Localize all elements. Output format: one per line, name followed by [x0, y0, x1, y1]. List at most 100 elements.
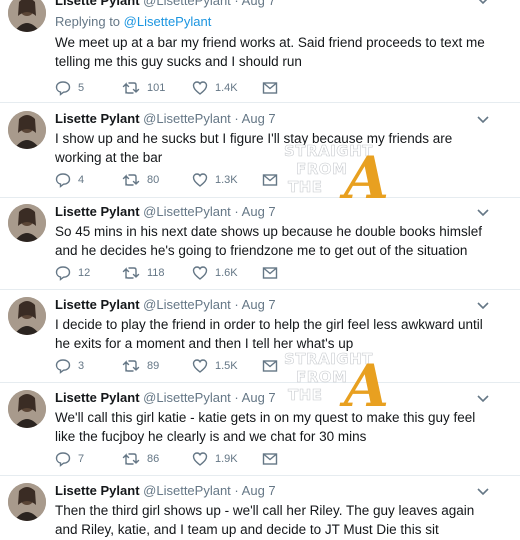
tweet-text: We meet up at a bar my friend works at. …	[55, 35, 485, 69]
display-name[interactable]: Lisette Pylant	[55, 483, 140, 498]
retweet-button[interactable]: 86	[122, 450, 159, 468]
replying-to: Replying to @LisettePylant	[55, 14, 211, 29]
timestamp[interactable]: Aug 7	[242, 0, 276, 8]
tweet-header: Lisette Pylant @LisettePylant · Aug 7	[55, 204, 276, 219]
direct-message-button[interactable]	[262, 264, 285, 282]
retweet-button[interactable]: 118	[122, 264, 165, 282]
display-name[interactable]: Lisette Pylant	[55, 390, 140, 405]
watermark-logo-letter: A	[339, 352, 389, 410]
replying-to-handle[interactable]: @LisettePylant	[124, 14, 212, 29]
direct-message-button[interactable]	[262, 79, 285, 97]
like-button[interactable]: 1.9K	[192, 450, 238, 468]
chevron-down-icon[interactable]	[476, 485, 490, 499]
tweet-header: Lisette Pylant @LisettePylant · Aug 7	[55, 483, 276, 498]
reply-count: 12	[78, 267, 91, 279]
avatar[interactable]	[8, 111, 46, 149]
like-button[interactable]: 1.4K	[192, 79, 238, 97]
avatar[interactable]	[8, 0, 46, 32]
reply-button[interactable]: 7	[55, 450, 84, 468]
chevron-down-icon[interactable]	[476, 206, 490, 220]
retweet-button[interactable]: 101	[122, 79, 165, 97]
tweet-header: Lisette Pylant @LisettePylant · Aug 7	[55, 111, 276, 126]
reply-count: 5	[78, 82, 85, 94]
like-count: 1.9K	[215, 453, 238, 465]
like-icon	[192, 452, 208, 466]
tweet-text: I show up and he sucks but I figure I'll…	[55, 131, 453, 165]
chevron-down-icon[interactable]	[476, 392, 490, 406]
chevron-down-icon[interactable]	[476, 0, 490, 8]
message-icon	[262, 453, 278, 465]
display-name[interactable]: Lisette Pylant	[55, 111, 140, 126]
chevron-down-icon[interactable]	[476, 299, 490, 313]
avatar[interactable]	[8, 390, 46, 428]
retweet-icon	[122, 453, 140, 465]
reply-icon	[55, 81, 71, 96]
timestamp[interactable]: Aug 7	[242, 204, 276, 219]
timestamp[interactable]: Aug 7	[242, 390, 276, 405]
reply-count: 3	[78, 360, 85, 372]
direct-message-button[interactable]	[262, 450, 285, 468]
tweet-header: Lisette Pylant @LisettePylant · Aug 7	[55, 297, 276, 312]
reply-button[interactable]: 4	[55, 171, 84, 189]
watermark-line-3: THE	[288, 178, 323, 196]
chevron-down-icon[interactable]	[476, 113, 490, 127]
reply-count: 4	[78, 174, 85, 186]
replying-to-label: Replying to	[55, 14, 121, 29]
retweet-icon	[122, 174, 140, 186]
reply-icon	[55, 173, 71, 188]
like-count: 1.3K	[215, 174, 238, 186]
handle[interactable]: @LisettePylant	[143, 204, 231, 219]
like-icon	[192, 173, 208, 187]
retweet-count: 80	[147, 174, 160, 186]
tweet-text: So 45 mins in his next date shows up bec…	[55, 224, 483, 258]
avatar[interactable]	[8, 204, 46, 242]
retweet-button[interactable]: 80	[122, 171, 159, 189]
retweet-count: 118	[147, 267, 165, 279]
display-name[interactable]: Lisette Pylant	[55, 297, 140, 312]
message-icon	[262, 82, 278, 94]
tweet-divider	[0, 475, 520, 476]
handle[interactable]: @LisettePylant	[143, 390, 231, 405]
retweet-count: 101	[147, 82, 166, 94]
direct-message-button[interactable]	[262, 357, 285, 375]
display-name[interactable]: Lisette Pylant	[55, 0, 140, 8]
display-name[interactable]: Lisette Pylant	[55, 204, 140, 219]
avatar[interactable]	[8, 297, 46, 335]
reply-button[interactable]: 5	[55, 79, 84, 97]
retweet-count: 86	[147, 453, 160, 465]
tweet-divider	[0, 102, 520, 103]
reply-button[interactable]: 12	[55, 264, 90, 282]
retweet-button[interactable]: 89	[122, 357, 159, 375]
retweet-icon	[122, 267, 140, 279]
like-button[interactable]: 1.3K	[192, 171, 238, 189]
like-count: 1.6K	[215, 267, 238, 279]
handle[interactable]: @LisettePylant	[143, 0, 231, 8]
avatar[interactable]	[8, 483, 46, 521]
message-icon	[262, 267, 278, 279]
like-button[interactable]: 1.5K	[192, 357, 238, 375]
tweet-text: Then the third girl shows up - we'll cal…	[55, 503, 475, 537]
tweet-text: I decide to play the friend in order to …	[55, 317, 483, 351]
retweet-icon	[122, 82, 140, 94]
like-icon	[192, 359, 208, 373]
handle[interactable]: @LisettePylant	[143, 297, 231, 312]
tweet-text: We'll call this girl katie - katie gets …	[55, 410, 476, 444]
like-count: 1.5K	[215, 360, 238, 372]
reply-icon	[55, 452, 71, 467]
reply-button[interactable]: 3	[55, 357, 84, 375]
straight-from-the-a-watermark: STRAIGHT FROM THE A	[284, 350, 389, 410]
direct-message-button[interactable]	[262, 171, 285, 189]
timestamp[interactable]: Aug 7	[242, 297, 276, 312]
watermark-line-3: THE	[288, 386, 323, 404]
reply-icon	[55, 266, 71, 281]
like-icon	[192, 266, 208, 280]
timestamp[interactable]: Aug 7	[242, 483, 276, 498]
tweet-header: Lisette Pylant @LisettePylant · Aug 7	[55, 390, 276, 405]
retweet-count: 89	[147, 360, 160, 372]
tweet-divider	[0, 289, 520, 290]
like-button[interactable]: 1.6K	[192, 264, 238, 282]
watermark-line-2: FROM	[296, 368, 347, 386]
handle[interactable]: @LisettePylant	[143, 483, 231, 498]
handle[interactable]: @LisettePylant	[143, 111, 231, 126]
timestamp[interactable]: Aug 7	[242, 111, 276, 126]
